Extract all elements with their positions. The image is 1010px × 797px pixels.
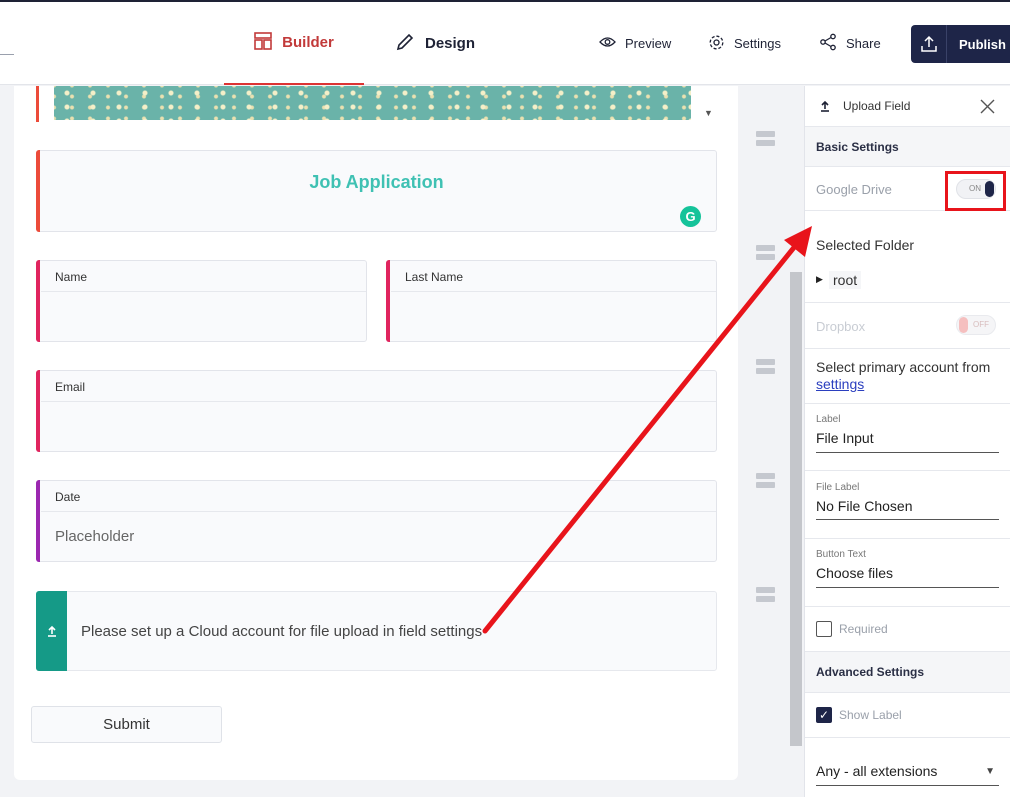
- field-accent: [386, 260, 390, 342]
- publish-button[interactable]: Publish: [911, 25, 1010, 63]
- date-field[interactable]: Date Placeholder: [36, 480, 717, 562]
- tab-design-label: Design: [425, 35, 476, 52]
- share-button[interactable]: Share: [819, 2, 881, 85]
- upload-icon: [911, 25, 947, 63]
- label-input[interactable]: File Input: [816, 430, 999, 453]
- form-title: Job Application: [309, 172, 444, 192]
- advanced-settings-header: Advanced Settings: [805, 652, 1010, 693]
- divider: [391, 291, 716, 292]
- label-caption: Label: [816, 414, 841, 425]
- menu-stub: [0, 54, 14, 55]
- divider: [41, 401, 716, 402]
- last-name-label: Last Name: [405, 270, 464, 284]
- file-label-input[interactable]: No File Chosen: [816, 498, 999, 520]
- date-placeholder: Placeholder: [55, 528, 135, 545]
- upload-message: Please set up a Cloud account for file u…: [81, 623, 483, 640]
- name-field[interactable]: Name: [36, 260, 367, 342]
- chevron-down-icon: ▼: [985, 766, 995, 777]
- grammarly-icon[interactable]: G: [680, 206, 701, 227]
- panel-header: Upload Field: [805, 86, 1010, 127]
- field-accent: [36, 480, 40, 562]
- label-value: File Input: [816, 430, 874, 446]
- submit-button[interactable]: Submit: [31, 706, 222, 743]
- advanced-settings-title: Advanced Settings: [816, 665, 925, 679]
- publish-label: Publish: [959, 36, 1006, 52]
- panel-title: Upload Field: [843, 99, 911, 113]
- close-icon[interactable]: [980, 99, 995, 119]
- selected-folder-label: Selected Folder: [816, 237, 915, 253]
- divider: [41, 291, 366, 292]
- pen-icon: [395, 32, 415, 56]
- drag-handle-icon[interactable]: [756, 359, 775, 375]
- date-label: Date: [55, 490, 81, 504]
- google-drive-label: Google Drive: [816, 182, 892, 197]
- account-note: Select primary account from settings: [816, 359, 1006, 393]
- floral-banner-image: [54, 86, 691, 120]
- share-label: Share: [846, 36, 881, 51]
- dropbox-toggle[interactable]: OFF: [956, 315, 996, 335]
- email-field[interactable]: Email: [36, 370, 717, 452]
- button-text-input[interactable]: Choose files: [816, 565, 999, 588]
- basic-settings-title: Basic Settings: [816, 140, 899, 154]
- button-text-caption: Button Text: [816, 549, 866, 560]
- dropbox-label: Dropbox: [816, 319, 866, 334]
- file-label-value: No File Chosen: [816, 498, 913, 514]
- tab-design[interactable]: Design: [395, 2, 475, 85]
- eye-icon: [599, 36, 616, 51]
- folder-root[interactable]: root: [829, 271, 862, 289]
- form-title-field[interactable]: Job Application G: [36, 150, 717, 232]
- settings-button[interactable]: Settings: [708, 2, 781, 85]
- settings-link[interactable]: settings: [816, 376, 864, 392]
- dropbox-state: OFF: [973, 320, 989, 329]
- show-label-row: ✓ Show Label: [805, 693, 1010, 738]
- required-row: Required: [805, 607, 1010, 652]
- upload-field[interactable]: Please set up a Cloud account for file u…: [36, 591, 717, 671]
- drag-handle-icon[interactable]: [756, 587, 775, 603]
- required-label: Required: [839, 622, 888, 636]
- dropbox-row: Dropbox OFF: [805, 303, 1010, 349]
- tab-builder[interactable]: Builder: [224, 2, 364, 85]
- name-label: Name: [55, 270, 88, 284]
- extensions-select[interactable]: Any - all extensions ▼: [816, 763, 999, 786]
- upload-icon: [819, 99, 831, 117]
- file-label-row: File Label No File Chosen: [805, 471, 1010, 539]
- caret-right-icon[interactable]: ▶: [816, 274, 823, 285]
- file-label-caption: File Label: [816, 482, 860, 493]
- toggle-knob: [959, 317, 968, 333]
- show-label-text: Show Label: [839, 708, 902, 722]
- gear-icon: [708, 34, 725, 54]
- drag-handle-icon[interactable]: [756, 473, 775, 489]
- button-text-row: Button Text Choose files: [805, 539, 1010, 607]
- extensions-value: Any - all extensions: [816, 763, 938, 779]
- toggle-highlight-box: [945, 171, 1006, 211]
- settings-label: Settings: [734, 36, 781, 51]
- tab-builder-label: Builder: [282, 34, 334, 51]
- upload-icon: [36, 591, 67, 671]
- field-accent: [36, 260, 40, 342]
- top-toolbar: Builder Design Preview Settings Share Pu…: [0, 2, 1010, 85]
- share-icon: [819, 33, 837, 54]
- chevron-down-icon[interactable]: ▼: [704, 108, 713, 118]
- field-accent: [36, 370, 40, 452]
- selected-folder-row: Selected Folder ▶ root: [805, 211, 1010, 303]
- label-row: Label File Input: [805, 404, 1010, 471]
- drag-handle-icon[interactable]: [756, 245, 775, 261]
- account-note-row: Select primary account from settings: [805, 349, 1010, 404]
- drag-handle-icon[interactable]: [756, 131, 775, 147]
- banner-image-field[interactable]: [36, 86, 717, 122]
- email-label: Email: [55, 380, 86, 394]
- preview-button[interactable]: Preview: [599, 2, 671, 85]
- show-label-checkbox[interactable]: ✓: [816, 707, 832, 723]
- required-checkbox[interactable]: [816, 621, 832, 637]
- divider: [41, 511, 716, 512]
- builder-icon: [254, 31, 272, 54]
- account-note-text: Select primary account from: [816, 359, 991, 375]
- basic-settings-header: Basic Settings: [805, 127, 1010, 167]
- preview-label: Preview: [625, 36, 672, 51]
- last-name-field[interactable]: Last Name: [386, 260, 717, 342]
- button-text-value: Choose files: [816, 565, 894, 581]
- vertical-scrollbar[interactable]: [790, 272, 802, 746]
